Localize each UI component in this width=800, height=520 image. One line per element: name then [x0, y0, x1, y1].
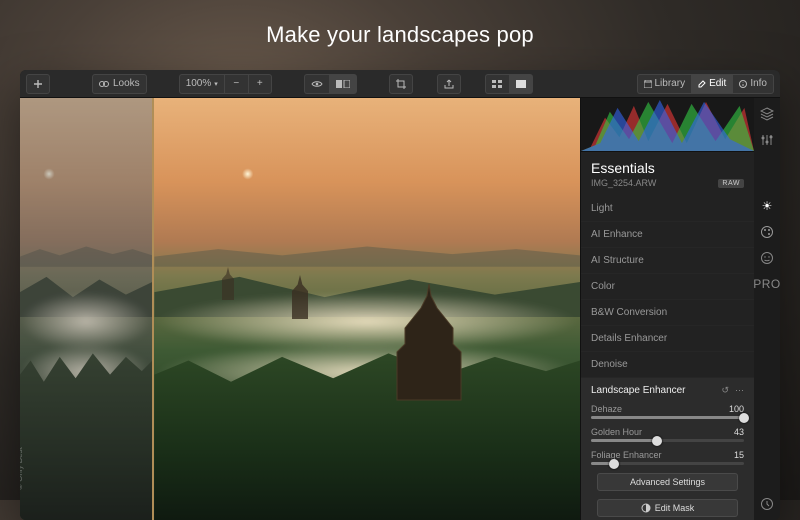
before-pane: © Only Best: [20, 98, 154, 520]
panel-rail: ☀ PRO: [754, 98, 780, 520]
temple-icon: [384, 284, 474, 404]
edit-panel: Essentials IMG_3254.ARW RAW Light AI Enh…: [580, 98, 780, 520]
grid-view-button[interactable]: [485, 74, 509, 94]
edit-mask-button[interactable]: Edit Mask: [597, 499, 738, 517]
app-window: Looks 100% ▾ − +: [20, 70, 780, 520]
looks-label: Looks: [113, 78, 140, 89]
mode-tabs: Library Edit Info: [637, 74, 775, 94]
tool-details[interactable]: Details Enhancer: [581, 326, 754, 352]
tool-bw[interactable]: B&W Conversion: [581, 300, 754, 326]
compare-button[interactable]: [329, 74, 357, 94]
tool-denoise[interactable]: Denoise: [581, 352, 754, 378]
looks-button[interactable]: Looks: [92, 74, 147, 94]
raw-badge: RAW: [718, 179, 744, 188]
tool-ai-enhance[interactable]: AI Enhance: [581, 222, 754, 248]
histogram[interactable]: [581, 98, 754, 152]
after-pane: [154, 98, 580, 520]
tab-library[interactable]: Library: [637, 74, 692, 94]
history-icon[interactable]: [759, 496, 775, 512]
zoom-out-button[interactable]: −: [224, 74, 248, 94]
pro-badge[interactable]: PRO: [759, 276, 775, 292]
crop-button[interactable]: [389, 74, 413, 94]
zoom-in-button[interactable]: +: [248, 74, 272, 94]
image-viewer[interactable]: Before After © Only Best: [20, 98, 580, 520]
slider-dehaze[interactable]: Dehaze100: [591, 404, 744, 419]
tool-landscape-label: Landscape Enhancer: [591, 385, 686, 396]
slider-golden-hour[interactable]: Golden Hour43: [591, 427, 744, 442]
layers-icon[interactable]: [759, 106, 775, 122]
slider-foliage-enhancer[interactable]: Foliage Enhancer15: [591, 450, 744, 465]
advanced-settings-button[interactable]: Advanced Settings: [597, 473, 738, 491]
photo-credit: © Only Best: [20, 447, 24, 490]
preview-eye-button[interactable]: [304, 74, 329, 94]
sliders-icon[interactable]: [759, 132, 775, 148]
single-view-button[interactable]: [509, 74, 533, 94]
reset-icon[interactable]: ↺: [721, 385, 729, 396]
tab-edit[interactable]: Edit: [691, 74, 732, 94]
toolbar: Looks 100% ▾ − +: [20, 70, 780, 98]
face-icon[interactable]: [759, 250, 775, 266]
tool-light[interactable]: Light: [581, 196, 754, 222]
tab-info[interactable]: Info: [732, 74, 774, 94]
tool-color[interactable]: Color: [581, 274, 754, 300]
sun-icon[interactable]: ☀: [759, 198, 775, 214]
temple-icon: [282, 275, 318, 323]
zoom-controls: 100% ▾ − +: [179, 74, 272, 94]
share-button[interactable]: [437, 74, 461, 94]
tool-ai-structure[interactable]: AI Structure: [581, 248, 754, 274]
zoom-value[interactable]: 100% ▾: [179, 74, 224, 94]
add-button[interactable]: [26, 74, 50, 94]
temple-icon: [214, 267, 242, 303]
panel-title: Essentials: [581, 152, 754, 178]
tool-landscape-enhancer[interactable]: Landscape Enhancer ↺ ⋯ Dehaze100 Golden …: [581, 378, 754, 520]
palette-icon[interactable]: [759, 224, 775, 240]
filename-label: IMG_3254.ARW: [591, 178, 656, 188]
menu-icon[interactable]: ⋯: [735, 385, 744, 396]
hero-title: Make your landscapes pop: [0, 0, 800, 66]
